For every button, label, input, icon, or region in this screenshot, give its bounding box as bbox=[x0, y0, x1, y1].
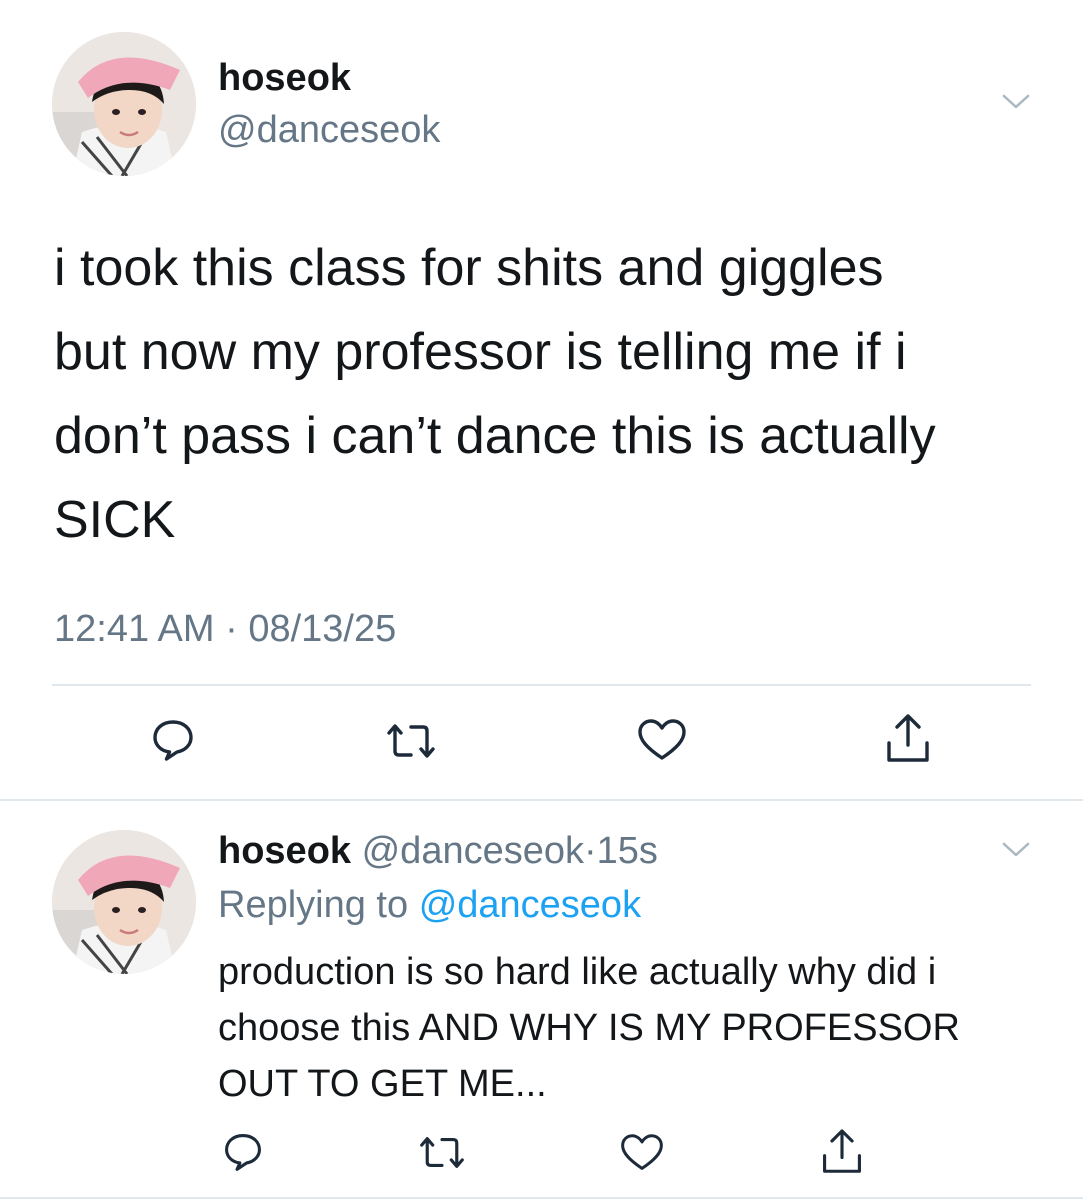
reply-handle[interactable]: @danceseok bbox=[362, 830, 584, 872]
reply-chevron-down-icon[interactable] bbox=[1001, 841, 1031, 859]
reply-text-line: production is so hard like actually why … bbox=[218, 951, 937, 993]
bottom-divider bbox=[0, 1197, 1083, 1199]
reply-separator: · bbox=[584, 830, 597, 872]
tweet-text-line: SICK bbox=[54, 491, 176, 549]
reply-reply-button[interactable] bbox=[222, 1131, 264, 1173]
retweet-button[interactable] bbox=[385, 721, 437, 761]
divider bbox=[52, 684, 1031, 686]
like-button[interactable] bbox=[637, 718, 687, 762]
speech-bubble-icon bbox=[225, 1134, 261, 1171]
reply-age: 15s bbox=[596, 830, 658, 872]
replying-to: Replying to @danceseok bbox=[218, 882, 641, 928]
section-divider bbox=[0, 799, 1083, 801]
tweet-date: 08/13/25 bbox=[248, 608, 397, 650]
tweet-text: i took this class for shits and giggles … bbox=[54, 226, 936, 562]
reply-header: hoseok @danceseok·15s bbox=[218, 828, 658, 874]
share-button[interactable] bbox=[884, 713, 932, 765]
reply-avatar[interactable] bbox=[52, 830, 196, 974]
share-icon bbox=[823, 1129, 861, 1173]
timestamp-separator: · bbox=[225, 608, 238, 650]
reply-retweet-button[interactable] bbox=[418, 1134, 466, 1171]
tweet-timestamp[interactable]: 12:41 AM · 08/13/25 bbox=[54, 606, 396, 652]
share-icon bbox=[887, 714, 929, 762]
tweet-time: 12:41 AM bbox=[54, 608, 215, 650]
reply-share-button[interactable] bbox=[820, 1128, 864, 1176]
tweet-text-line: but now my professor is telling me if i bbox=[54, 323, 907, 381]
tweet-text-line: don’t pass i can’t dance this is actuall… bbox=[54, 407, 936, 465]
replying-to-label: Replying to bbox=[218, 884, 409, 926]
heart-icon bbox=[621, 1134, 663, 1170]
retweet-icon bbox=[420, 1137, 464, 1168]
retweet-icon bbox=[387, 724, 435, 758]
reply-like-button[interactable] bbox=[620, 1133, 664, 1172]
speech-bubble-icon bbox=[153, 720, 193, 761]
avatar[interactable] bbox=[52, 32, 196, 176]
reply-button[interactable] bbox=[150, 717, 196, 763]
reply-display-name[interactable]: hoseok bbox=[218, 830, 351, 872]
reply-text: production is so hard like actually why … bbox=[218, 944, 960, 1112]
replying-to-handle[interactable]: @danceseok bbox=[419, 884, 641, 926]
reply-text-line: choose this AND WHY IS MY PROFESSOR bbox=[218, 1007, 960, 1049]
heart-icon bbox=[638, 719, 686, 760]
user-handle[interactable]: @danceseok bbox=[218, 108, 440, 152]
tweet-text-line: i took this class for shits and giggles bbox=[54, 239, 884, 297]
display-name[interactable]: hoseok bbox=[218, 56, 351, 100]
reply-text-line: OUT TO GET ME... bbox=[218, 1063, 547, 1105]
chevron-down-icon[interactable] bbox=[1001, 93, 1031, 111]
